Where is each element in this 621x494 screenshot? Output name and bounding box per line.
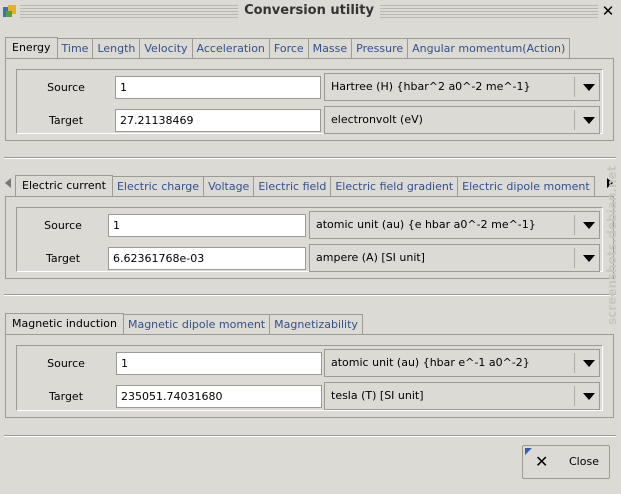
magnetic-target-unit: tesla (T) [SI unit] — [331, 389, 424, 402]
energy-target-unit-select[interactable]: electronvolt (eV) — [324, 106, 600, 134]
focus-corner-icon — [525, 448, 532, 455]
close-button[interactable]: ✕ Close — [522, 445, 610, 479]
tab-voltage[interactable]: Voltage — [204, 176, 255, 197]
energy-source-unit-select[interactable]: Hartree (H) {hbar^2 a0^-2 me^-1} — [324, 73, 600, 101]
chevron-down-icon — [583, 255, 595, 262]
magnetic-source-unit-select[interactable]: atomic unit (au) {hbar e^-1 a0^-2} — [324, 349, 600, 377]
chevron-down-icon — [583, 222, 595, 229]
window-title: Conversion utility — [238, 3, 380, 18]
magnetic-source-unit: atomic unit (au) {hbar e^-1 a0^-2} — [331, 356, 530, 369]
energy-target-unit: electronvolt (eV) — [331, 113, 423, 126]
watermark-text: screenshots.debian.net — [605, 165, 619, 325]
electric-target-input[interactable]: 6.62361768e-03 — [108, 247, 306, 270]
energy-source-unit: Hartree (H) {hbar^2 a0^-2 me^-1} — [331, 80, 531, 93]
divider — [4, 294, 616, 296]
tab-angular-momentum[interactable]: Angular momentum(Action) — [408, 38, 571, 59]
magnetic-target-unit-select[interactable]: tesla (T) [SI unit] — [324, 382, 600, 410]
electric-source-input[interactable]: 1 — [108, 214, 306, 237]
chevron-down-icon — [583, 117, 595, 124]
chevron-down-icon — [583, 84, 595, 91]
tab-pressure[interactable]: Pressure — [352, 38, 409, 59]
divider — [4, 157, 616, 159]
tab-magnetic-dipole-moment[interactable]: Magnetic dipole moment — [123, 314, 271, 335]
tab-length[interactable]: Length — [93, 38, 141, 59]
magnetic-target-input[interactable]: 235051.74031680 — [116, 385, 322, 408]
divider — [4, 435, 616, 437]
tab-electric-charge[interactable]: Electric charge — [112, 176, 205, 197]
tab-time[interactable]: Time — [57, 38, 94, 59]
tab-magnetic-induction[interactable]: Magnetic induction — [5, 313, 124, 336]
energy-target-input[interactable]: 27.21138469 — [115, 109, 321, 132]
source-label: Source — [47, 81, 85, 94]
tab-electric-current[interactable]: Electric current — [15, 175, 113, 198]
source-label: Source — [44, 219, 82, 232]
title-strip[interactable]: Conversion utility — [20, 3, 598, 19]
tab-electric-field-gradient[interactable]: Electric field gradient — [331, 176, 459, 197]
tab-electric-dipole-moment[interactable]: Electric dipole moment — [458, 176, 595, 197]
electric-source-unit-select[interactable]: atomic unit (au) {e hbar a0^-2 me^-1} — [309, 211, 600, 239]
tab-masse[interactable]: Masse — [308, 38, 353, 59]
x-icon: ✕ — [535, 452, 549, 471]
target-label: Target — [45, 252, 81, 265]
tabbar-magnetic: Magnetic induction Magnetic dipole momen… — [5, 312, 363, 336]
tab-acceleration[interactable]: Acceleration — [192, 38, 270, 59]
electric-target-unit: ampere (A) [SI unit] — [316, 251, 425, 264]
tab-velocity[interactable]: Velocity — [140, 38, 193, 59]
chevron-down-icon — [583, 393, 595, 400]
tab-energy[interactable]: Energy — [5, 37, 58, 60]
electric-target-unit-select[interactable]: ampere (A) [SI unit] — [309, 244, 600, 272]
tabbar-energy: Energy Time Length Velocity Acceleration… — [5, 36, 571, 60]
close-button-label: Close — [569, 455, 599, 468]
tab-force[interactable]: Force — [269, 38, 309, 59]
title-bar: Conversion utility ✕ — [0, 0, 621, 22]
energy-source-input[interactable]: 1 — [115, 76, 321, 99]
tab-electric-field[interactable]: Electric field — [254, 176, 332, 197]
tabbar-electric: Electric current Electric charge Voltage… — [15, 174, 595, 198]
close-icon[interactable]: ✕ — [600, 2, 616, 20]
app-icon — [3, 5, 16, 17]
target-label: Target — [48, 114, 84, 127]
chevron-down-icon — [583, 360, 595, 367]
electric-source-unit: atomic unit (au) {e hbar a0^-2 me^-1} — [316, 218, 536, 231]
source-label: Source — [47, 357, 85, 370]
magnetic-source-input[interactable]: 1 — [116, 352, 322, 375]
target-label: Target — [48, 390, 84, 403]
tab-scroll-left-icon[interactable] — [5, 178, 11, 188]
tab-magnetizability[interactable]: Magnetizability — [270, 314, 363, 335]
